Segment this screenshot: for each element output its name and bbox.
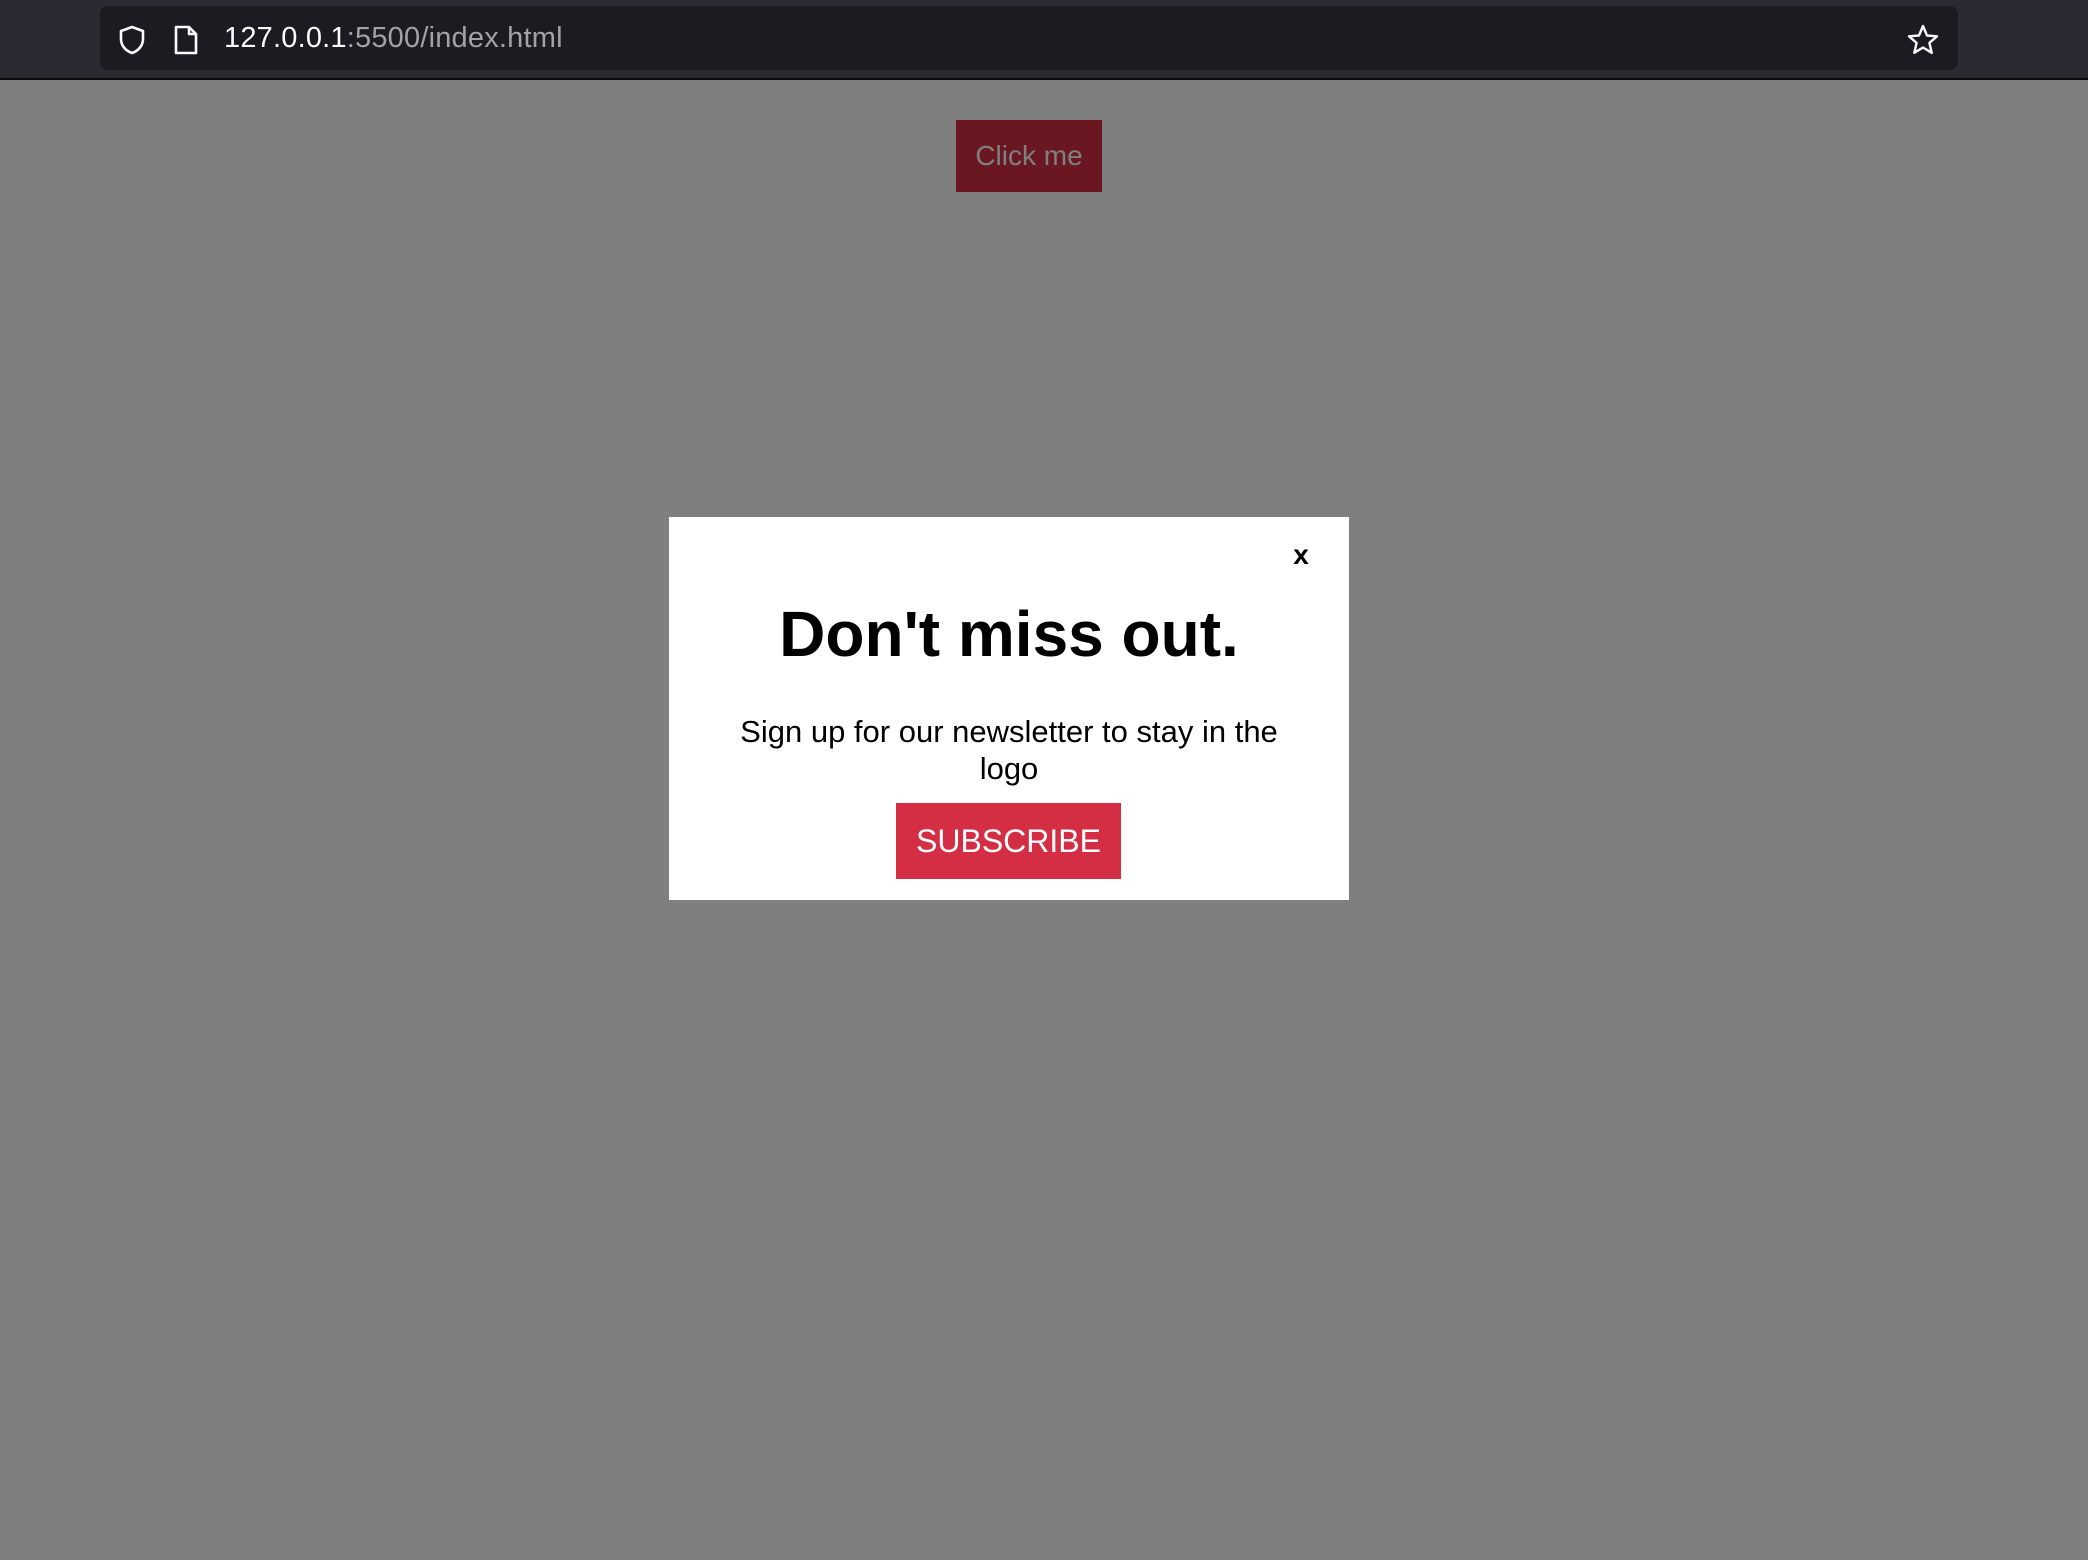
modal-message: Sign up for our newsletter to stay in th…	[740, 714, 1278, 786]
url-path: :5500/index.html	[346, 22, 563, 54]
newsletter-modal: x Don't miss out. Sign up for our newsle…	[669, 517, 1349, 900]
url-text[interactable]: 127.0.0.1:5500/index.html	[224, 6, 563, 70]
modal-title: Don't miss out.	[779, 598, 1239, 670]
star-icon[interactable]	[1906, 23, 1940, 57]
page-viewport: Click me x Don't miss out. Sign up for o…	[0, 80, 2088, 1560]
url-host: 127.0.0.1	[224, 22, 347, 54]
subscribe-button[interactable]: SUBSCRIBE	[896, 803, 1121, 879]
page-icon[interactable]	[172, 24, 200, 56]
address-bar[interactable]: 127.0.0.1:5500/index.html	[100, 6, 1958, 70]
shield-icon[interactable]	[116, 24, 148, 56]
browser-toolbar: 127.0.0.1:5500/index.html	[0, 0, 2088, 80]
close-button[interactable]: x	[1281, 535, 1321, 575]
